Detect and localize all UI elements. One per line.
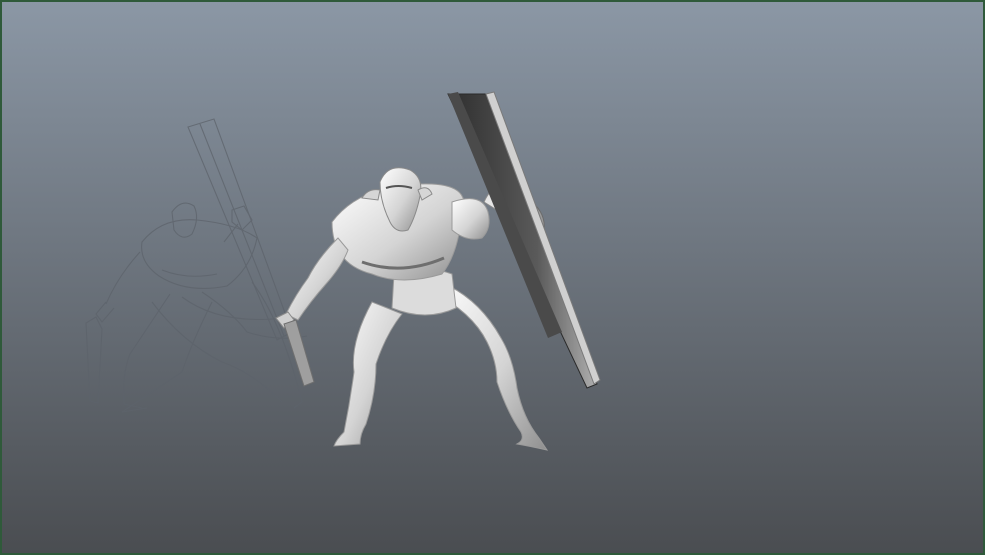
reference-sketch-image-plane — [85, 118, 308, 413]
character-model[interactable] — [275, 91, 601, 451]
viewport-scene — [85, 91, 601, 451]
3d-viewport[interactable] — [0, 0, 985, 555]
